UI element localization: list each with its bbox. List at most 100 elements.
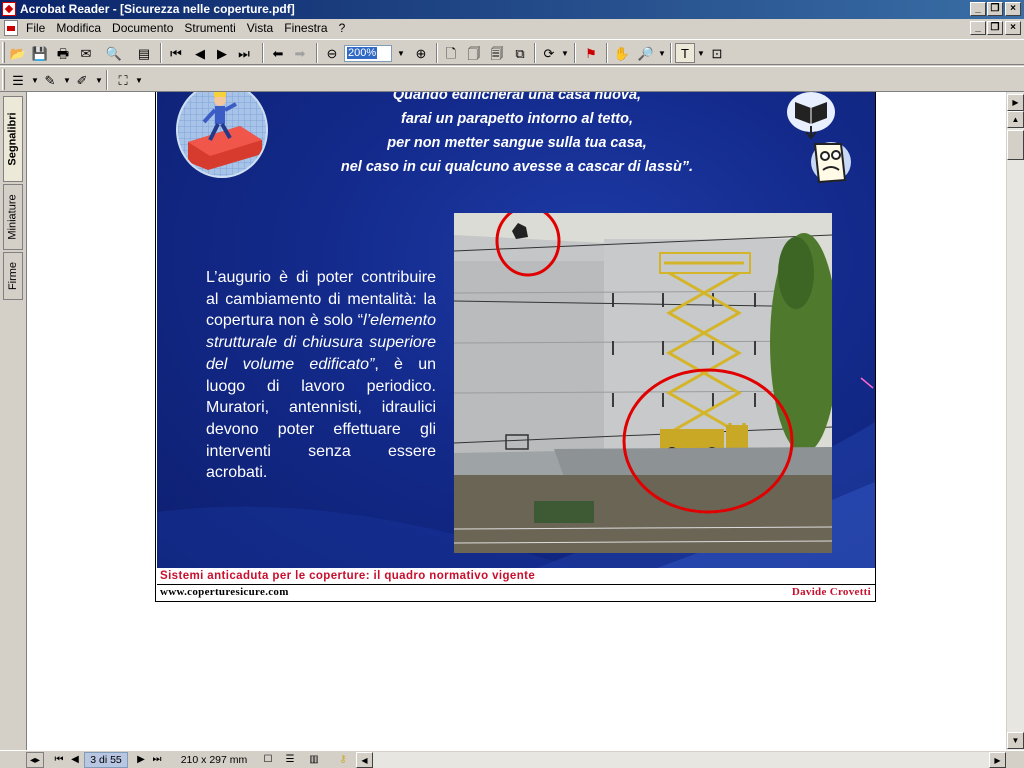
slide-quote: Quando edificherai una casa nuova, farai… — [277, 92, 757, 179]
toolbar-grip-2[interactable] — [2, 69, 5, 90]
slide-footer-title: Sistemi anticaduta per le coperture: il … — [157, 568, 875, 584]
status-bar: ◂▸ ⏮ ◀ 3 di 55 ▶ ⏭ 210 x 297 mm ☐ ☰ ▥ ⚷ … — [0, 750, 1024, 768]
last-page-icon[interactable]: ⏭ — [234, 43, 254, 63]
title-bar: Acrobat Reader - [Sicurezza nelle copert… — [0, 0, 1024, 19]
navigation-pane-icon[interactable]: ▤ — [134, 43, 154, 63]
slide: Quando edificherai una casa nuova, farai… — [157, 92, 875, 568]
main-toolbar: 📂 💾 🖶 ✉ 🔍 ▤ ⏮ ◀ ▶ ⏭ ⬅ ➡ ⊖ 200% ▼ ⊕ 🗋 🗍 🗐… — [0, 39, 1024, 65]
tab-miniature[interactable]: Miniature — [3, 184, 23, 250]
menu-vista[interactable]: Vista — [247, 21, 273, 36]
highlight-tool-icon[interactable]: ✐ — [72, 70, 92, 90]
zoom-tool-icon[interactable]: 🔎 — [636, 43, 656, 63]
page-number-field[interactable]: 3 di 55 — [84, 752, 128, 768]
scroll-right-arrow-icon[interactable]: ▶ — [1007, 94, 1024, 111]
acrobat-app-icon[interactable] — [2, 2, 16, 16]
fit-page-icon[interactable]: 🗍 — [464, 43, 484, 63]
menu-help[interactable]: ? — [339, 21, 346, 36]
window-title: Acrobat Reader - [Sicurezza nelle copert… — [20, 2, 295, 16]
horizontal-scrollbar[interactable]: ◀ ▶ — [356, 752, 1006, 768]
menu-bar: File Modifica Documento Strumenti Vista … — [0, 19, 1024, 38]
scroll-down-arrow-icon[interactable]: ▼ — [1007, 732, 1024, 749]
continuous-layout-icon[interactable]: ☰ — [282, 752, 298, 768]
doc-close-button[interactable]: × — [1005, 21, 1021, 35]
page-toggle-icon[interactable]: ◂▸ — [26, 752, 44, 768]
quote-line-1: Quando edificherai una casa nuova, — [392, 92, 642, 103]
status-last-page-icon[interactable]: ⏭ — [150, 752, 164, 768]
actual-size-icon[interactable]: 🗋 — [441, 43, 461, 63]
menu-strumenti[interactable]: Strumenti — [184, 21, 235, 36]
scroll-right-arrow-icon-bottom[interactable]: ▶ — [989, 752, 1006, 768]
slide-footer-bar: www.coperturesicure.com Davide Crovetti — [157, 584, 875, 600]
facing-layout-icon[interactable]: ▥ — [306, 752, 322, 768]
vertical-scrollbar[interactable]: ▶ ▲ ▼ — [1006, 92, 1024, 750]
acrobat-reader-window: Acrobat Reader - [Sicurezza nelle copert… — [0, 0, 1024, 768]
print-icon[interactable]: 🖶 — [53, 43, 73, 63]
save-icon[interactable]: 💾 — [30, 43, 50, 63]
search-icon[interactable]: 🔍 — [104, 43, 124, 63]
stamp-dropdown-icon[interactable]: ▼ — [134, 70, 144, 90]
quote-line-3: per non metter sangue sulla tua casa, — [387, 135, 647, 151]
quote-line-2: farai un parapetto intorno al tetto, — [400, 111, 633, 127]
tab-firme[interactable]: Firme — [3, 252, 23, 300]
acrobat-online-icon[interactable]: ⚑ — [581, 43, 601, 63]
close-button[interactable]: × — [1005, 2, 1021, 16]
go-back-icon[interactable]: ⬅ — [268, 43, 288, 63]
key-icon[interactable]: ⚷ — [334, 752, 352, 768]
scroll-left-arrow-icon[interactable]: ◀ — [356, 752, 373, 768]
tab-segnalibri[interactable]: Segnalibri — [3, 96, 23, 182]
slide-footer-url: www.coperturesicure.com — [160, 586, 289, 598]
scroll-up-arrow-icon[interactable]: ▲ — [1007, 111, 1024, 128]
open-icon[interactable]: 📂 — [8, 43, 28, 63]
pdf-page: Quando edificherai una casa nuova, farai… — [155, 92, 876, 602]
fit-width-icon[interactable]: 🗐 — [487, 43, 507, 63]
fit-visible-icon[interactable]: ⧉ — [510, 43, 530, 63]
text-select-icon[interactable]: T — [675, 43, 695, 63]
highlight-dropdown-icon[interactable]: ▼ — [94, 70, 104, 90]
zoom-value: 200% — [347, 47, 378, 59]
note-dropdown-icon[interactable]: ▼ — [30, 70, 40, 90]
previous-page-icon[interactable]: ◀ — [190, 43, 210, 63]
single-page-layout-icon[interactable]: ☐ — [260, 752, 276, 768]
slide-footer-author: Davide Crovetti — [791, 586, 871, 598]
page-size-label: 210 x 297 mm — [180, 754, 248, 766]
text-select-dropdown-icon[interactable]: ▼ — [696, 43, 706, 63]
building-photo — [454, 213, 832, 553]
book-and-face-icon — [787, 92, 851, 184]
menu-documento[interactable]: Documento — [112, 21, 173, 36]
menu-file[interactable]: File — [26, 21, 45, 36]
rotate-view-icon[interactable]: ⟳ — [539, 43, 559, 63]
email-icon[interactable]: ✉ — [76, 43, 96, 63]
zoom-tool-dropdown-icon[interactable]: ▼ — [657, 43, 667, 63]
hand-tool-icon[interactable]: ✋ — [612, 43, 632, 63]
snapshot-icon[interactable]: ⊡ — [707, 43, 727, 63]
rotate-dropdown-icon[interactable]: ▼ — [560, 43, 570, 63]
zoom-in-icon[interactable]: ⊕ — [411, 43, 431, 63]
menu-modifica[interactable]: Modifica — [56, 21, 101, 36]
menu-items: File Modifica Documento Strumenti Vista … — [26, 21, 345, 36]
note-tool-icon[interactable]: ☰ — [8, 70, 28, 90]
zoom-input[interactable]: 200% — [344, 45, 392, 62]
document-viewport[interactable]: Quando edificherai una casa nuova, farai… — [27, 92, 1006, 750]
pencil-dropdown-icon[interactable]: ▼ — [62, 70, 72, 90]
navigation-pane-tabs: Segnalibri Miniature Firme — [0, 92, 27, 750]
status-first-page-icon[interactable]: ⏮ — [52, 752, 66, 768]
quote-line-4: nel caso in cui qualcuno avesse a cascar… — [340, 159, 694, 175]
zoom-dropdown-icon[interactable]: ▼ — [396, 43, 406, 63]
status-next-page-icon[interactable]: ▶ — [134, 752, 148, 768]
first-page-icon[interactable]: ⏮ — [166, 43, 186, 63]
stamp-tool-icon[interactable]: ⛶ — [113, 70, 133, 90]
zoom-out-icon[interactable]: ⊖ — [322, 43, 342, 63]
status-previous-page-icon[interactable]: ◀ — [68, 752, 82, 768]
document-icon[interactable] — [4, 20, 18, 36]
pencil-tool-icon[interactable]: ✎ — [40, 70, 60, 90]
go-forward-icon: ➡ — [294, 45, 306, 61]
doc-minimize-button[interactable]: _ — [970, 21, 986, 35]
next-page-icon[interactable]: ▶ — [212, 43, 232, 63]
menu-finestra[interactable]: Finestra — [284, 21, 327, 36]
doc-restore-button[interactable]: ❐ — [987, 21, 1003, 35]
annotation-toolbar: ☰ ▼ ✎ ▼ ✐ ▼ ⛶ ▼ — [0, 66, 1024, 92]
maximize-button[interactable]: ❐ — [987, 2, 1003, 16]
vertical-scroll-thumb[interactable] — [1007, 130, 1024, 160]
toolbar-grip[interactable] — [2, 42, 5, 63]
minimize-button[interactable]: _ — [970, 2, 986, 16]
